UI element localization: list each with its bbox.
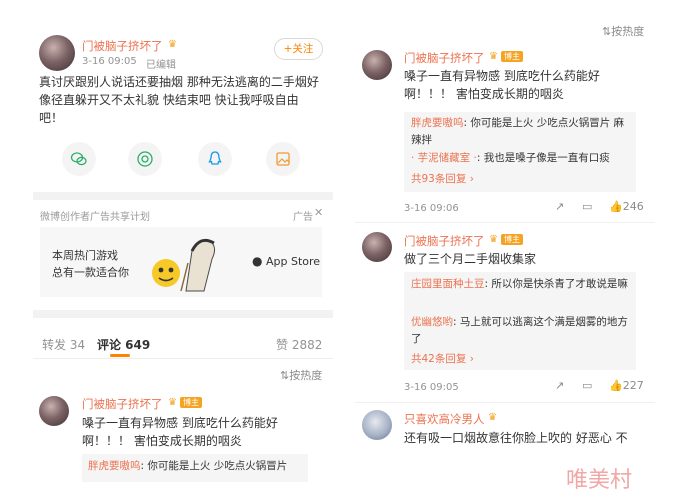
app-store-badge[interactable]: ● App Store: [252, 254, 320, 268]
comment-text: 嗓子一直有异物感 到底吃什么药能好啊！！！ 害怕变成长期的咽炎: [404, 69, 600, 101]
reply-user[interactable]: 胖虎要嗷呜: [411, 117, 464, 129]
sort-label: 按热度: [289, 369, 323, 382]
like-button[interactable]: 👍246: [609, 200, 644, 213]
crown-icon: ♛: [489, 234, 498, 245]
image-icon: [276, 152, 290, 166]
section-divider: [33, 192, 333, 200]
avatar[interactable]: [362, 232, 392, 262]
ad-card[interactable]: 本周热门游戏 总有一款适合你 ● App Store: [40, 227, 322, 297]
reply-preview-box[interactable]: 胖虎要嗷呜: 你可能是上火 少吃点火锅冒片 麻辣拌 · 芋泥储藏室 ·: 我也是…: [404, 112, 636, 192]
blogger-badge: 博主: [501, 234, 523, 245]
sort-by-hot-button[interactable]: ⇅按热度: [280, 367, 322, 383]
comment-text: 还有吸一口烟故意往你脸上吹的 好恶心 不: [404, 431, 628, 445]
crown-icon: ♛: [168, 39, 177, 50]
post-time: 3-16 09:05: [82, 56, 137, 67]
sort-icon: ⇅: [602, 25, 612, 38]
post-body: 真讨厌跟别人说话还要抽烟 那种无法逃离的二手烟好像径直躲开又不太礼貌 快结束吧 …: [39, 75, 319, 125]
reply-user[interactable]: · 芋泥储藏室 ·: [411, 152, 477, 164]
moments-icon: [137, 151, 153, 167]
ad-line-1: 本周热门游戏: [52, 249, 118, 262]
comment-divider: [355, 222, 655, 223]
tab-like[interactable]: 赞 2882: [276, 336, 322, 353]
ad-tag: 广告: [293, 212, 313, 223]
ad-line-2: 总有一款适合你: [52, 266, 129, 279]
comment-time: 3-16 09:06: [404, 203, 459, 214]
apple-icon: ●: [252, 254, 263, 268]
chevron-right-icon: ›: [469, 353, 474, 365]
post-author-name[interactable]: 门被脑子挤坏了: [82, 38, 163, 54]
comment-author-name[interactable]: 只喜欢高冷男人: [404, 411, 485, 427]
sort-by-hot-button[interactable]: ⇅按热度: [602, 23, 644, 39]
reply-count-link[interactable]: 共93条回复 ›: [411, 171, 474, 186]
reply-user[interactable]: 优幽悠哟: [411, 316, 453, 328]
share-icon: ↗: [555, 200, 565, 213]
comment-author-name[interactable]: 门被脑子挤坏了: [404, 233, 485, 249]
reply-count-link[interactable]: 共42条回复 ›: [411, 351, 474, 366]
reply-item: 胖虎要嗷呜: 你可能是上火 少吃点火锅冒片 麻辣拌: [411, 115, 631, 149]
sort-label: 按热度: [611, 25, 645, 38]
watermark-text: 唯美村: [566, 468, 633, 493]
share-button[interactable]: ↗: [555, 200, 564, 213]
follow-button[interactable]: +关注: [274, 38, 323, 60]
reply-item: 胖虎要嗷呜: 你可能是上火 少吃点火锅冒片: [88, 458, 304, 475]
comment-author-name[interactable]: 门被脑子挤坏了: [82, 396, 163, 412]
reply-preview-box[interactable]: 庄园里面种土豆: 所以你是快杀青了才敢说是嘛 优幽悠哟: 马上就可以逃离这个满是…: [404, 272, 636, 370]
comment-icon: ▭: [582, 200, 593, 213]
reply-count: 共93条回复: [411, 173, 467, 185]
share-image-button[interactable]: [266, 142, 300, 176]
reply-user[interactable]: 胖虎要嗷呜: [88, 460, 141, 472]
crown-icon: ♛: [168, 397, 177, 408]
app-store-label: App Store: [265, 255, 321, 268]
comment-author-name[interactable]: 门被脑子挤坏了: [404, 50, 485, 66]
game-character-illustration: [152, 238, 216, 292]
share-qq-button[interactable]: [198, 142, 232, 176]
ad-program-label: 微博创作者广告共享计划: [40, 212, 150, 223]
reply-text: : 我也是嗓子像是一直有口痰: [476, 152, 610, 164]
thumbs-up-icon: 👍: [609, 200, 623, 213]
blogger-badge: 博主: [180, 397, 202, 408]
active-tab-indicator: [110, 354, 130, 357]
avatar[interactable]: [39, 396, 69, 426]
like-count: 246: [622, 200, 644, 213]
comment-divider: [355, 402, 655, 403]
share-moments-button[interactable]: [128, 142, 162, 176]
qq-icon: [208, 151, 222, 165]
reply-text: : 你可能是上火 少吃点火锅冒片: [140, 460, 288, 472]
reply-preview-box[interactable]: 胖虎要嗷呜: 你可能是上火 少吃点火锅冒片: [82, 454, 308, 482]
share-button[interactable]: ↗: [555, 379, 564, 392]
avatar[interactable]: [362, 410, 392, 440]
reply-button[interactable]: ▭: [582, 200, 592, 213]
share-icon: ↗: [555, 379, 565, 392]
chevron-right-icon: ›: [469, 173, 474, 185]
comment-time: 3-16 09:05: [404, 382, 459, 393]
crown-icon: ♛: [488, 412, 497, 423]
reply-item: 优幽悠哟: 马上就可以逃离这个满是烟雾的地方了: [411, 314, 631, 348]
tab-repost[interactable]: 转发 34: [42, 336, 85, 353]
reply-item: 庄园里面种土豆: 所以你是快杀青了才敢说是嘛: [411, 276, 631, 293]
reply-item: · 芋泥储藏室 ·: 我也是嗓子像是一直有口痰: [411, 150, 631, 167]
avatar[interactable]: [39, 35, 75, 71]
post-edited-label: 已编辑: [146, 60, 176, 71]
sort-icon: ⇅: [280, 369, 290, 382]
section-divider: [33, 310, 333, 318]
reply-button[interactable]: ▭: [582, 379, 592, 392]
thumbs-up-icon: 👍: [609, 379, 623, 392]
wechat-icon: [70, 152, 87, 166]
comment-text: 嗓子一直有异物感 到底吃什么药能好啊！！！ 害怕变成长期的咽炎: [82, 416, 278, 448]
comment-text: 做了三个月二手烟收集家: [404, 252, 537, 266]
comment-icon: ▭: [582, 379, 593, 392]
like-button[interactable]: 👍227: [609, 379, 644, 392]
reply-user[interactable]: 庄园里面种土豆: [411, 278, 485, 290]
tab-comment[interactable]: 评论 649: [97, 336, 150, 353]
crown-icon: ♛: [489, 51, 498, 62]
reply-text: : 所以你是快杀青了才敢说是嘛: [484, 278, 628, 290]
blogger-badge: 博主: [501, 51, 523, 62]
close-icon[interactable]: ✕: [314, 206, 323, 219]
reply-count: 共42条回复: [411, 353, 467, 365]
avatar[interactable]: [362, 50, 392, 80]
share-wechat-button[interactable]: [62, 142, 96, 176]
like-count: 227: [622, 379, 644, 392]
tab-bar-divider: [33, 358, 333, 359]
